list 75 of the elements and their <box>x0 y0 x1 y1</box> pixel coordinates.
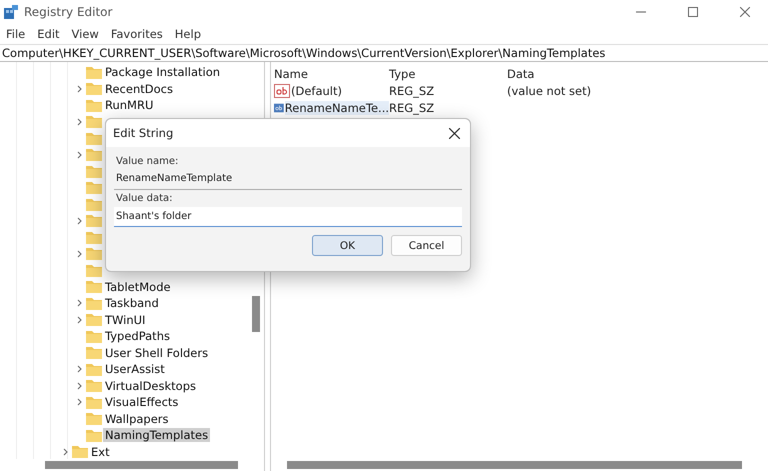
folder-icon <box>86 66 102 79</box>
folder-icon <box>86 164 102 178</box>
expand-chevron-icon[interactable] <box>62 448 70 456</box>
tree-item[interactable]: Taskband <box>103 296 161 310</box>
value-type: REG_SZ <box>389 84 436 98</box>
tree-item[interactable]: VisualEffects <box>103 395 180 410</box>
tree-item[interactable]: UserAssist <box>103 362 167 376</box>
tree-item[interactable]: User Shell Folders <box>103 346 210 360</box>
value-data: (value not set) <box>507 84 592 98</box>
address-bar[interactable]: Computer\HKEY_CURRENT_USER\Software\Microsoft\Windows\CurrentVersion\Explorer\NamingTemplates <box>0 44 768 62</box>
folder-icon <box>86 115 102 128</box>
folder-icon <box>86 280 102 294</box>
folder-icon <box>72 445 88 458</box>
column-header[interactable]: Name <box>274 66 389 80</box>
menu-item[interactable]: View <box>70 27 105 41</box>
folder-icon <box>86 428 102 442</box>
folder-icon <box>86 98 102 112</box>
close-icon[interactable] <box>449 128 460 138</box>
tree-item[interactable]: NamingTemplates <box>103 428 210 442</box>
scrollbar-thumb[interactable] <box>287 461 742 469</box>
column-header[interactable]: Data <box>507 66 768 80</box>
column-header[interactable]: Type <box>389 66 507 80</box>
value-type: REG_SZ <box>389 100 436 114</box>
folder-icon <box>86 82 102 96</box>
folder-icon <box>86 396 102 409</box>
maximize-icon[interactable] <box>688 7 698 17</box>
menu-item[interactable]: Edit <box>35 27 66 41</box>
expand-chevron-icon[interactable] <box>76 250 84 258</box>
folder-icon <box>86 132 102 145</box>
folder-icon <box>86 148 102 162</box>
tree-item[interactable]: TypedPaths <box>103 329 172 344</box>
tree-item[interactable]: TabletMode <box>103 280 173 294</box>
cancel-button[interactable]: Cancel <box>391 235 462 256</box>
folder-icon <box>86 313 102 326</box>
folder-icon <box>86 181 102 194</box>
value-name-field[interactable]: RenameNameTemplate <box>114 170 462 190</box>
expand-chevron-icon[interactable] <box>76 118 84 126</box>
value-name[interactable]: RenameNameTe... <box>284 100 389 114</box>
menu-item[interactable]: Favorites <box>108 27 169 41</box>
menu-item[interactable]: Help <box>172 27 207 41</box>
expand-chevron-icon[interactable] <box>76 216 84 225</box>
tree-item[interactable]: Package Installation <box>103 65 222 80</box>
tree-item[interactable]: RecentDocs <box>103 82 175 96</box>
expand-chevron-icon[interactable] <box>76 150 84 159</box>
scrollbar-thumb[interactable] <box>252 296 260 332</box>
expand-chevron-icon[interactable] <box>76 84 84 93</box>
ok-button[interactable]: OK <box>312 235 383 256</box>
folder-icon <box>86 412 102 426</box>
folder-icon <box>86 346 102 360</box>
folder-icon <box>86 362 102 376</box>
folder-icon <box>86 198 102 211</box>
folder-icon <box>86 379 102 392</box>
tree-item[interactable]: RunMRU <box>103 98 156 112</box>
tree-item[interactable]: TWinUI <box>103 312 148 327</box>
close-icon[interactable] <box>740 7 750 17</box>
string-value-icon <box>274 100 284 114</box>
string-value-icon <box>274 84 290 98</box>
tree-item[interactable]: VirtualDesktops <box>103 378 198 393</box>
folder-icon <box>86 264 102 277</box>
folder-icon <box>86 330 102 343</box>
tree-item[interactable]: Ext <box>89 444 112 459</box>
dialog-title: Edit String <box>113 126 174 140</box>
menu-item[interactable]: File <box>4 27 32 41</box>
folder-icon <box>86 296 102 310</box>
scrollbar-thumb[interactable] <box>45 461 238 469</box>
folder-icon <box>86 214 102 228</box>
tree-item[interactable]: Wallpapers <box>103 412 171 426</box>
value-name[interactable]: (Default) <box>291 84 342 98</box>
folder-icon <box>86 230 102 244</box>
window-title: Registry Editor <box>24 5 114 19</box>
field-label: Value name: <box>115 156 180 167</box>
field-label: Value data: <box>115 193 174 204</box>
folder-icon <box>86 247 102 260</box>
value-data-field[interactable]: Shaant's folder <box>114 207 462 227</box>
registry-app-icon <box>4 5 18 19</box>
